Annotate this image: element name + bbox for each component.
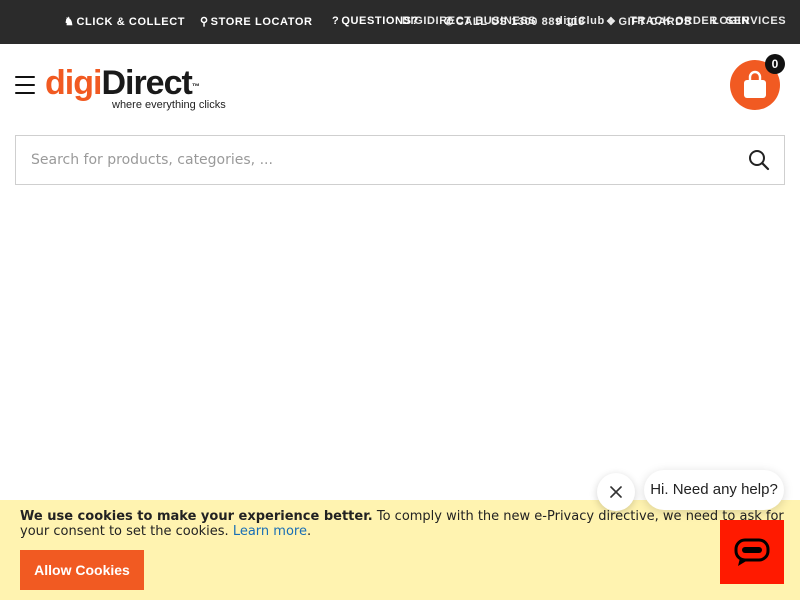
digiclub-label: digiClub bbox=[556, 15, 605, 27]
chat-greeting-bubble[interactable]: Hi. Need any help? bbox=[644, 470, 784, 510]
cookie-message: We use cookies to make your experience b… bbox=[20, 509, 785, 539]
menu-line bbox=[15, 92, 35, 94]
cart-count-badge: 0 bbox=[765, 54, 785, 74]
store-locator-label: STORE LOCATOR bbox=[210, 16, 313, 28]
digiclub-link[interactable]: digiClub bbox=[556, 15, 605, 27]
chat-icon bbox=[734, 538, 770, 566]
logo-digi: digi bbox=[45, 64, 102, 102]
location-pin-icon: ⚲ bbox=[200, 16, 209, 28]
menu-icon[interactable] bbox=[15, 76, 35, 94]
track-order-link[interactable]: TRACK ORDER bbox=[630, 15, 718, 27]
search-icon bbox=[749, 150, 770, 171]
click-collect-link[interactable]: ♞ CLICK & COLLECT bbox=[64, 15, 185, 28]
allow-cookies-button[interactable]: Allow Cookies bbox=[20, 550, 144, 590]
services-link[interactable]: SERVICES bbox=[726, 15, 786, 27]
menu-line bbox=[15, 76, 35, 78]
search-bar bbox=[15, 135, 785, 185]
track-order-label: TRACK ORDER bbox=[630, 15, 718, 27]
logo-wordmark: digiDirect™ bbox=[45, 64, 235, 102]
top-utility-bar: ♞ CLICK & COLLECT ⚲ STORE LOCATOR ? QUESTIO… bbox=[0, 0, 800, 44]
store-locator-link[interactable]: ⚲ STORE LOCATOR bbox=[200, 15, 313, 28]
close-icon bbox=[610, 486, 622, 498]
shopping-bag-icon bbox=[744, 70, 766, 98]
search-button[interactable] bbox=[748, 149, 770, 171]
services-label: SERVICES bbox=[726, 15, 787, 27]
menu-line bbox=[15, 84, 35, 86]
logo-trademark: ™ bbox=[191, 82, 200, 91]
search-input[interactable] bbox=[31, 136, 731, 184]
chat-launch-button[interactable] bbox=[720, 520, 784, 584]
gift-icon: ❖ bbox=[606, 16, 617, 28]
cookie-message-period: . bbox=[306, 524, 312, 539]
store-icon: ♞ bbox=[64, 16, 75, 28]
phone-icon: ✆ bbox=[444, 16, 454, 28]
cookie-banner: We use cookies to make your experience b… bbox=[0, 500, 800, 600]
cookie-message-bold: We use cookies to make your experience b… bbox=[20, 509, 373, 524]
question-icon: ? bbox=[332, 15, 340, 27]
learn-more-link[interactable]: Learn more bbox=[233, 524, 307, 539]
site-logo[interactable]: digiDirect™ where everything clicks bbox=[45, 64, 235, 114]
logo-direct: Direct bbox=[101, 64, 192, 102]
logo-tagline: where everything clicks bbox=[112, 99, 226, 111]
chat-close-button[interactable] bbox=[597, 473, 635, 511]
click-collect-label: CLICK & COLLECT bbox=[76, 16, 186, 28]
